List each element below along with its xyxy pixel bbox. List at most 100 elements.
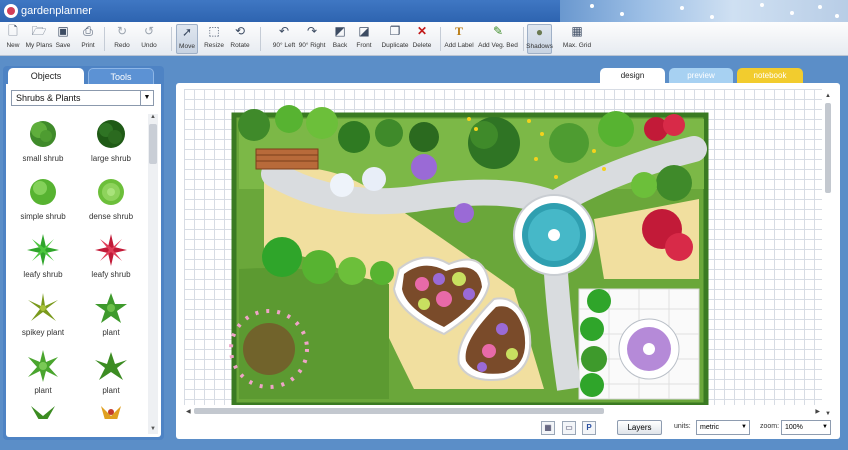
scroll-up-icon[interactable]: ▲	[825, 93, 831, 99]
rotate-left-icon: ↶	[278, 24, 290, 38]
bring-front-button[interactable]: ◪ Front	[355, 24, 373, 54]
shadows-toggle[interactable]: ● Shadows	[526, 24, 553, 54]
chevron-down-icon: ▼	[140, 91, 153, 105]
scroll-down-icon[interactable]: ▼	[825, 411, 831, 417]
units-value: metric	[700, 424, 720, 431]
scroll-left-icon[interactable]: ◀	[186, 408, 191, 415]
objects-panel-body: Shrubs & Plants ▼ small shrub large shru…	[6, 84, 161, 437]
header-bar: gardenplanner	[0, 0, 848, 22]
category-dropdown[interactable]: Shrubs & Plants ▼	[11, 90, 154, 106]
object-large-shrub[interactable]: large shrub	[78, 114, 144, 172]
canvas-horizontal-scrollbar[interactable]: ◀ ▶	[186, 406, 820, 416]
chevron-down-icon: ▼	[822, 424, 828, 430]
undo-button[interactable]: ↺ Undo	[139, 24, 159, 54]
tab-design[interactable]: design	[600, 68, 665, 83]
leafy-shrub-red-icon	[95, 234, 127, 266]
undo-icon: ↺	[143, 24, 155, 38]
rotate-left-button[interactable]: ↶ 90° Left	[270, 24, 298, 54]
zoom-dropdown[interactable]: 100% ▼	[781, 420, 831, 435]
large-shrub-icon	[97, 120, 125, 148]
small-shrub-icon	[30, 121, 56, 147]
send-back-button[interactable]: ◩ Back	[331, 24, 349, 54]
spikey-plant-icon	[28, 293, 58, 321]
max-grid-button[interactable]: ▦ Max. Grid	[561, 24, 593, 54]
garden-canvas[interactable]	[184, 89, 822, 405]
app-window: gardenplanner 🗋 New 🗁 My Plans ▣ Save ⎙ …	[0, 0, 848, 450]
scroll-down-icon[interactable]: ▼	[148, 426, 158, 434]
scroll-thumb[interactable]	[825, 103, 831, 193]
send-back-icon: ◩	[334, 24, 346, 38]
toolbar: 🗋 New 🗁 My Plans ▣ Save ⎙ Print ↻ Redo ↺…	[0, 22, 848, 56]
printer-icon: ⎙	[83, 24, 93, 38]
my-plans-button[interactable]: 🗁 My Plans	[25, 24, 53, 54]
resize-tool-button[interactable]: ⬚ Resize	[202, 24, 226, 54]
duplicate-icon: ❐	[389, 24, 401, 38]
plant-star-icon	[28, 350, 58, 382]
canvas-vertical-scrollbar[interactable]: ▲ ▼	[823, 93, 833, 417]
object-next-row-1[interactable]	[10, 404, 76, 419]
bring-front-icon: ◪	[358, 24, 370, 38]
folder-icon: 🗁	[31, 24, 47, 38]
tab-tools[interactable]: Tools	[88, 68, 154, 84]
object-leafy-shrub-green[interactable]: leafy shrub	[10, 230, 76, 288]
object-library: small shrub large shrub simple shrub den…	[10, 114, 144, 419]
move-tool-button[interactable]: ➚ Move	[176, 24, 198, 54]
ruler-icon[interactable]: ▭	[562, 421, 576, 435]
new-button[interactable]: 🗋 New	[3, 24, 23, 54]
shadow-sphere-icon: ●	[535, 25, 544, 39]
objects-panel: Objects Tools Shrubs & Plants ▼ small sh…	[3, 66, 164, 440]
scroll-thumb[interactable]	[149, 124, 157, 164]
garden-plan	[229, 105, 709, 405]
object-plant-3[interactable]: plant	[78, 346, 144, 404]
dense-shrub-icon	[98, 179, 124, 205]
units-dropdown[interactable]: metric ▼	[696, 420, 750, 435]
add-label-button[interactable]: T Add Label	[444, 24, 473, 54]
rotate-right-icon: ↷	[306, 24, 318, 38]
redo-button[interactable]: ↻ Redo	[112, 24, 132, 54]
delete-x-icon: ✕	[416, 24, 428, 38]
delete-button[interactable]: ✕ Delete	[411, 24, 433, 54]
text-label-icon: T	[454, 24, 463, 38]
app-logo-text: gardenplanner	[21, 5, 92, 17]
object-leafy-shrub-red[interactable]: leafy shrub	[78, 230, 144, 288]
object-dense-shrub[interactable]: dense shrub	[78, 172, 144, 230]
tab-preview[interactable]: preview	[669, 68, 733, 83]
rotate-right-button[interactable]: ↷ 90° Right	[297, 24, 327, 54]
grid-icon: ▦	[571, 24, 583, 38]
simple-shrub-icon	[30, 179, 56, 205]
duplicate-button[interactable]: ❐ Duplicate	[381, 24, 409, 54]
object-next-row-2[interactable]	[78, 404, 144, 419]
redo-icon: ↻	[116, 24, 128, 38]
design-workspace: ▲ ▼ ◀ ▶ ▦ ▭ P Layers units: metric ▼ zoo…	[176, 83, 840, 439]
scroll-right-icon[interactable]: ▶	[815, 408, 820, 415]
tab-objects[interactable]: Objects	[8, 68, 84, 84]
grid-view-icon[interactable]: ▦	[541, 421, 555, 435]
rotate-icon: ⟲	[234, 24, 246, 38]
scroll-up-icon[interactable]: ▲	[148, 114, 158, 122]
flower-partial-icon	[101, 406, 121, 419]
tab-notebook[interactable]: notebook	[737, 68, 803, 83]
status-bar: ▦ ▭ P Layers units: metric ▼ zoom: 100% …	[176, 419, 840, 437]
save-button[interactable]: ▣ Save	[54, 24, 72, 54]
rotate-tool-button[interactable]: ⟲ Rotate	[229, 24, 251, 54]
zoom-label: zoom:	[760, 423, 780, 430]
flower-logo-icon	[4, 4, 18, 18]
plan-view-icon[interactable]: P	[582, 421, 596, 435]
add-veg-bed-button[interactable]: ✎ Add Veg. Bed	[478, 24, 518, 54]
print-button[interactable]: ⎙ Print	[77, 24, 99, 54]
header-blossom-photo	[560, 0, 848, 22]
object-plant-1[interactable]: plant	[78, 288, 144, 346]
object-spikey-plant[interactable]: spikey plant	[10, 288, 76, 346]
new-document-icon: 🗋	[8, 24, 18, 38]
scroll-thumb[interactable]	[194, 408, 604, 414]
object-simple-shrub[interactable]: simple shrub	[10, 172, 76, 230]
object-plant-2[interactable]: plant	[10, 346, 76, 404]
save-icon: ▣	[57, 24, 69, 38]
zoom-value: 100%	[785, 424, 803, 431]
object-small-shrub[interactable]: small shrub	[10, 114, 76, 172]
layers-button[interactable]: Layers	[617, 420, 662, 435]
category-dropdown-value: Shrubs & Plants	[16, 93, 81, 103]
pointer-icon: ➚	[181, 25, 193, 39]
object-library-scrollbar[interactable]: ▲ ▼	[148, 114, 158, 434]
veg-bed-icon: ✎	[492, 24, 504, 38]
